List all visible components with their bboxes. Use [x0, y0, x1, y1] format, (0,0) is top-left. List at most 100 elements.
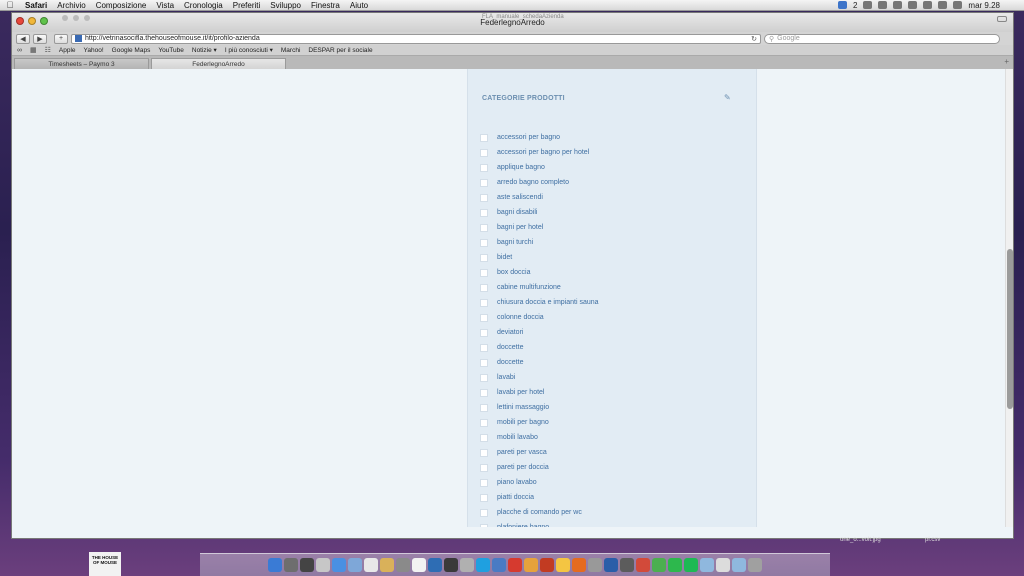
- category-label[interactable]: placche di comando per wc: [497, 509, 582, 516]
- category-label[interactable]: chiusura doccia e impianti sauna: [497, 299, 599, 306]
- category-label[interactable]: bagni turchi: [497, 239, 533, 246]
- filezilla-red-icon[interactable]: [636, 558, 650, 572]
- category-checkbox[interactable]: [480, 493, 488, 502]
- time-machine-icon[interactable]: [893, 1, 903, 9]
- folder-icon[interactable]: [700, 558, 714, 572]
- menu-preferiti[interactable]: Preferiti: [228, 1, 266, 10]
- category-item[interactable]: cabine multifunzione: [480, 280, 599, 295]
- category-item[interactable]: doccette: [480, 355, 599, 370]
- terminal-icon[interactable]: [444, 558, 458, 572]
- launchpad-icon[interactable]: [284, 558, 298, 572]
- category-label[interactable]: arredo bagno completo: [497, 179, 569, 186]
- category-label[interactable]: doccette: [497, 359, 523, 366]
- category-label[interactable]: deviatori: [497, 329, 523, 336]
- category-item[interactable]: applique bagno: [480, 160, 599, 175]
- url-text[interactable]: http://vetrinasocifla.thehouseofmouse.it…: [85, 35, 748, 42]
- category-label[interactable]: box doccia: [497, 269, 530, 276]
- category-checkbox[interactable]: [480, 178, 488, 187]
- category-checkbox[interactable]: [480, 358, 488, 367]
- forward-button[interactable]: ▶: [33, 33, 47, 44]
- fullscreen-button[interactable]: [997, 16, 1007, 22]
- wifi-icon[interactable]: [923, 1, 933, 9]
- back-button[interactable]: ◀: [16, 33, 30, 44]
- category-item[interactable]: piatti doccia: [480, 490, 599, 505]
- category-label[interactable]: doccette: [497, 344, 523, 351]
- category-checkbox[interactable]: [480, 508, 488, 517]
- reading-list-icon[interactable]: ∞: [17, 47, 22, 54]
- category-checkbox[interactable]: [480, 523, 488, 527]
- category-checkbox[interactable]: [480, 238, 488, 247]
- category-checkbox[interactable]: [480, 193, 488, 202]
- desktop-file-label[interactable]: one_o...volt.jpg: [840, 537, 881, 543]
- search-field[interactable]: ⚲ Google: [764, 33, 1000, 44]
- bookmark-google-maps[interactable]: Google Maps: [112, 47, 151, 54]
- photoshop-icon[interactable]: [428, 558, 442, 572]
- bookmark-apple[interactable]: Apple: [59, 47, 76, 54]
- menu-sviluppo[interactable]: Sviluppo: [265, 1, 306, 10]
- category-item[interactable]: bagni disabili: [480, 205, 599, 220]
- new-tab-button[interactable]: +: [1004, 57, 1009, 66]
- bookmark-notizie[interactable]: Notizie ▾: [192, 46, 217, 54]
- calculator-icon[interactable]: [460, 558, 474, 572]
- category-checkbox[interactable]: [480, 163, 488, 172]
- menu-cronologia[interactable]: Cronologia: [179, 1, 228, 10]
- category-label[interactable]: piatti doccia: [497, 494, 534, 501]
- bookmark-youtube[interactable]: YouTube: [158, 47, 184, 54]
- category-label[interactable]: applique bagno: [497, 164, 545, 171]
- calendar-icon[interactable]: [364, 558, 378, 572]
- category-item[interactable]: bidet: [480, 250, 599, 265]
- app-icon[interactable]: [604, 558, 618, 572]
- category-checkbox[interactable]: [480, 208, 488, 217]
- category-label[interactable]: bagni disabili: [497, 209, 537, 216]
- category-item[interactable]: lavabi: [480, 370, 599, 385]
- minimize-window-button[interactable]: [28, 17, 36, 25]
- chrome-icon[interactable]: [652, 558, 666, 572]
- downloads-folder-icon[interactable]: [732, 558, 746, 572]
- document-icon[interactable]: [716, 558, 730, 572]
- filezilla-icon[interactable]: [524, 558, 538, 572]
- category-label[interactable]: lettini massaggio: [497, 404, 549, 411]
- category-checkbox[interactable]: [480, 313, 488, 322]
- category-label[interactable]: pareti per vasca: [497, 449, 547, 456]
- category-label[interactable]: colonne doccia: [497, 314, 544, 321]
- category-checkbox[interactable]: [480, 133, 488, 142]
- category-label[interactable]: accessori per bagno: [497, 134, 560, 141]
- category-checkbox[interactable]: [480, 298, 488, 307]
- category-item[interactable]: accessori per bagno: [480, 130, 599, 145]
- bookmark-yahoo[interactable]: Yahoo!: [84, 47, 104, 54]
- category-checkbox[interactable]: [480, 388, 488, 397]
- menu-composizione[interactable]: Composizione: [91, 1, 152, 10]
- menu-finestra[interactable]: Finestra: [306, 1, 345, 10]
- mail-icon[interactable]: [348, 558, 362, 572]
- category-checkbox[interactable]: [480, 328, 488, 337]
- category-item[interactable]: colonne doccia: [480, 310, 599, 325]
- category-item[interactable]: deviatori: [480, 325, 599, 340]
- add-bookmark-button[interactable]: +: [54, 33, 68, 44]
- category-checkbox[interactable]: [480, 253, 488, 262]
- menu-app-safari[interactable]: Safari: [20, 1, 52, 10]
- bookmark-despar[interactable]: DESPAR per il sociale: [308, 47, 372, 54]
- close-window-button[interactable]: [16, 17, 24, 25]
- trash-icon[interactable]: [748, 558, 762, 572]
- desktop-thumbnail[interactable]: THE HOUSE OF MOUSE: [89, 552, 121, 576]
- scroll-thumb[interactable]: [1007, 249, 1013, 409]
- volume-icon[interactable]: [938, 1, 948, 9]
- preview-icon[interactable]: [316, 558, 330, 572]
- bookmarks-book-icon[interactable]: ▦: [30, 46, 37, 54]
- finder-icon[interactable]: [268, 558, 282, 572]
- app-icon[interactable]: [540, 558, 554, 572]
- category-checkbox[interactable]: [480, 223, 488, 232]
- notification-badge[interactable]: 2: [853, 1, 857, 10]
- tab-timesheets[interactable]: Timesheets – Paymo 3: [14, 58, 149, 69]
- category-label[interactable]: aste saliscendi: [497, 194, 543, 201]
- category-checkbox[interactable]: [480, 283, 488, 292]
- category-checkbox[interactable]: [480, 433, 488, 442]
- skype-icon[interactable]: [476, 558, 490, 572]
- category-item[interactable]: aste saliscendi: [480, 190, 599, 205]
- tab-federlegnoarredo[interactable]: FederlegnoArredo: [151, 58, 286, 69]
- category-label[interactable]: cabine multifunzione: [497, 284, 561, 291]
- spotify-icon[interactable]: [668, 558, 682, 572]
- category-item[interactable]: arredo bagno completo: [480, 175, 599, 190]
- category-item[interactable]: plafoniere bagno: [480, 520, 599, 527]
- category-checkbox[interactable]: [480, 463, 488, 472]
